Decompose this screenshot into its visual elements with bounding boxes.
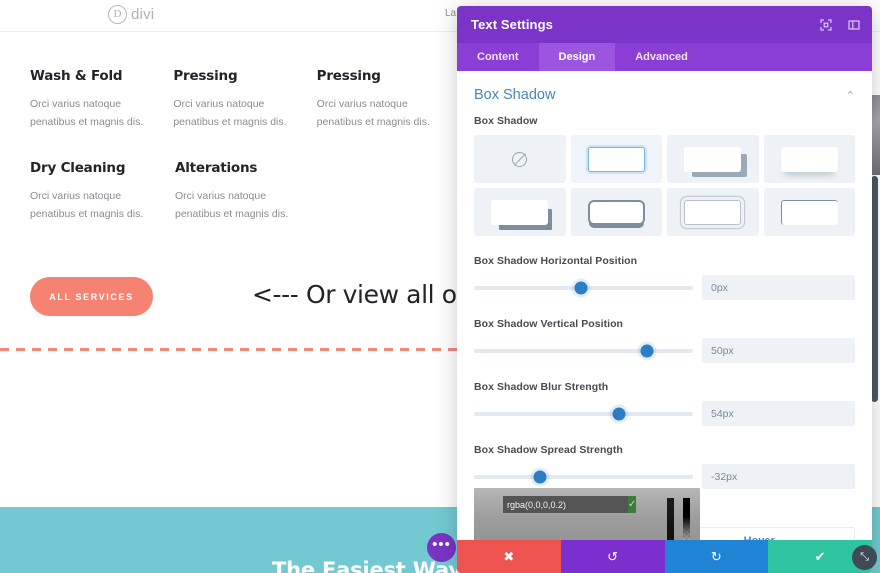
box-shadow-preset-grid: [474, 135, 855, 236]
preset-swatch: [587, 146, 645, 172]
vertical-position-slider[interactable]: [474, 344, 693, 357]
divi-logo-text: divi: [131, 6, 155, 23]
horizontal-position-field: Box Shadow Horizontal Position: [457, 255, 872, 300]
preset-outline[interactable]: [570, 135, 662, 183]
alpha-slider[interactable]: [683, 498, 690, 540]
preset-swatch: [491, 199, 549, 225]
all-services-button[interactable]: ALL SERVICES: [30, 277, 153, 316]
redo-button[interactable]: ↻: [664, 540, 769, 573]
color-picker-popup[interactable]: ✓: [474, 488, 700, 540]
blur-strength-input[interactable]: [702, 401, 855, 426]
modal-tabs: Content Design Advanced: [457, 43, 872, 71]
tab-advanced[interactable]: Advanced: [615, 43, 708, 71]
services-grid: Wash & Fold Orci varius natoque penatibu…: [30, 68, 460, 251]
modal-body: Box Shadow ⌃ Box Shadow Box Shadow Horiz: [457, 71, 872, 540]
blur-strength-slider[interactable]: [474, 407, 693, 420]
dock-layout-icon[interactable]: [847, 18, 860, 31]
service-body: Orci varius natoque penatibus et magnis …: [173, 98, 287, 129]
service-card: Pressing Orci varius natoque penatibus e…: [317, 68, 460, 132]
tab-content[interactable]: Content: [457, 43, 539, 71]
preset-rounded-heavy[interactable]: [570, 188, 662, 236]
slider-knob[interactable]: [612, 407, 626, 420]
horizontal-position-slider-row: [474, 275, 855, 300]
service-title: Wash & Fold: [30, 68, 123, 84]
or-view-annotation-text: <--- Or view all ou: [252, 280, 473, 309]
page-scrollbar[interactable]: [871, 176, 878, 402]
color-confirm-button[interactable]: ✓: [628, 496, 637, 513]
field-label: Box Shadow: [474, 115, 538, 127]
spread-strength-field: Box Shadow Spread Strength: [457, 444, 872, 489]
service-card: Dry Cleaning Orci varius natoque penatib…: [30, 160, 175, 224]
field-label: Box Shadow Horizontal Position: [474, 255, 638, 267]
spread-strength-input[interactable]: [702, 464, 855, 489]
service-body: Orci varius natoque penatibus et magnis …: [30, 189, 144, 220]
box-shadow-preset-field: Box Shadow: [457, 115, 872, 236]
slider-knob[interactable]: [640, 344, 654, 357]
undo-button[interactable]: ↺: [560, 540, 665, 573]
preset-bottom-blur[interactable]: [763, 135, 855, 183]
resize-handle-icon[interactable]: ⤡: [852, 545, 877, 570]
modal-title: Text Settings: [471, 17, 553, 32]
service-card: Alterations Orci varius natoque penatibu…: [175, 160, 320, 224]
service-card: Pressing Orci varius natoque penatibus e…: [173, 68, 316, 132]
field-label: Box Shadow Blur Strength: [474, 381, 609, 393]
vertical-position-field: Box Shadow Vertical Position: [457, 318, 872, 363]
cancel-button[interactable]: ✖: [457, 540, 561, 573]
service-body: Orci varius natoque penatibus et magnis …: [316, 98, 430, 129]
preset-corner-line[interactable]: [763, 188, 855, 236]
service-title: Pressing: [173, 68, 238, 84]
slider-knob[interactable]: [574, 281, 588, 294]
vertical-position-input[interactable]: [702, 338, 855, 363]
preset-none[interactable]: [474, 135, 566, 183]
service-title: Dry Cleaning: [30, 159, 126, 176]
divi-logo-mark-icon: D: [108, 5, 127, 24]
service-card: Wash & Fold Orci varius natoque penatibu…: [30, 68, 173, 132]
preset-swatch: [684, 199, 742, 225]
service-title: Alterations: [175, 159, 258, 176]
section-title: Box Shadow: [474, 87, 556, 103]
text-settings-modal: Text Settings Content Design Advanced Bo…: [457, 6, 872, 573]
preset-swatch: [587, 199, 645, 225]
field-label: Box Shadow Spread Strength: [474, 444, 623, 456]
preset-swatch: [780, 146, 838, 172]
preset-offset-hard[interactable]: [474, 188, 566, 236]
color-value-row: ✓: [503, 496, 637, 513]
modal-footer: ✖ ↺ ↻ ✔: [457, 540, 872, 573]
module-options-dots-button[interactable]: •••: [427, 533, 456, 562]
service-title: Pressing: [316, 68, 381, 84]
divi-logo[interactable]: D divi: [108, 5, 154, 24]
blur-strength-field: Box Shadow Blur Strength: [457, 381, 872, 426]
service-body: Orci varius natoque penatibus et magnis …: [175, 189, 289, 220]
no-shadow-icon: [512, 151, 528, 167]
vertical-position-slider-row: [474, 338, 855, 363]
box-shadow-section-header[interactable]: Box Shadow ⌃: [457, 71, 872, 115]
spread-strength-slider-row: [474, 464, 855, 489]
service-body: Orci varius natoque penatibus et magnis …: [30, 98, 144, 129]
preset-thin-border[interactable]: [667, 188, 759, 236]
horizontal-position-input[interactable]: [702, 275, 855, 300]
chevron-up-icon[interactable]: ⌃: [846, 89, 855, 102]
slider-knob[interactable]: [533, 470, 547, 483]
preset-swatch: [684, 146, 742, 172]
preset-offset-soft[interactable]: [667, 135, 759, 183]
hue-slider[interactable]: [667, 498, 674, 540]
field-label: Box Shadow Vertical Position: [474, 318, 624, 330]
color-value-input[interactable]: [503, 496, 628, 513]
screen-root: D divi La Wash & Fold Orci varius natoqu…: [0, 0, 880, 573]
services-row-1: Wash & Fold Orci varius natoque penatibu…: [30, 68, 460, 160]
tab-design[interactable]: Design: [538, 43, 616, 71]
titlebar-icon-group: [819, 6, 860, 43]
color-picker-sliders: [667, 498, 690, 540]
preset-swatch: [780, 199, 838, 225]
services-row-2: Dry Cleaning Orci varius natoque penatib…: [30, 160, 460, 252]
blur-strength-slider-row: [474, 401, 855, 426]
spread-strength-slider[interactable]: [474, 470, 693, 483]
modal-titlebar[interactable]: Text Settings: [457, 6, 872, 43]
expand-icon[interactable]: [819, 18, 832, 31]
horizontal-position-slider[interactable]: [474, 281, 693, 294]
